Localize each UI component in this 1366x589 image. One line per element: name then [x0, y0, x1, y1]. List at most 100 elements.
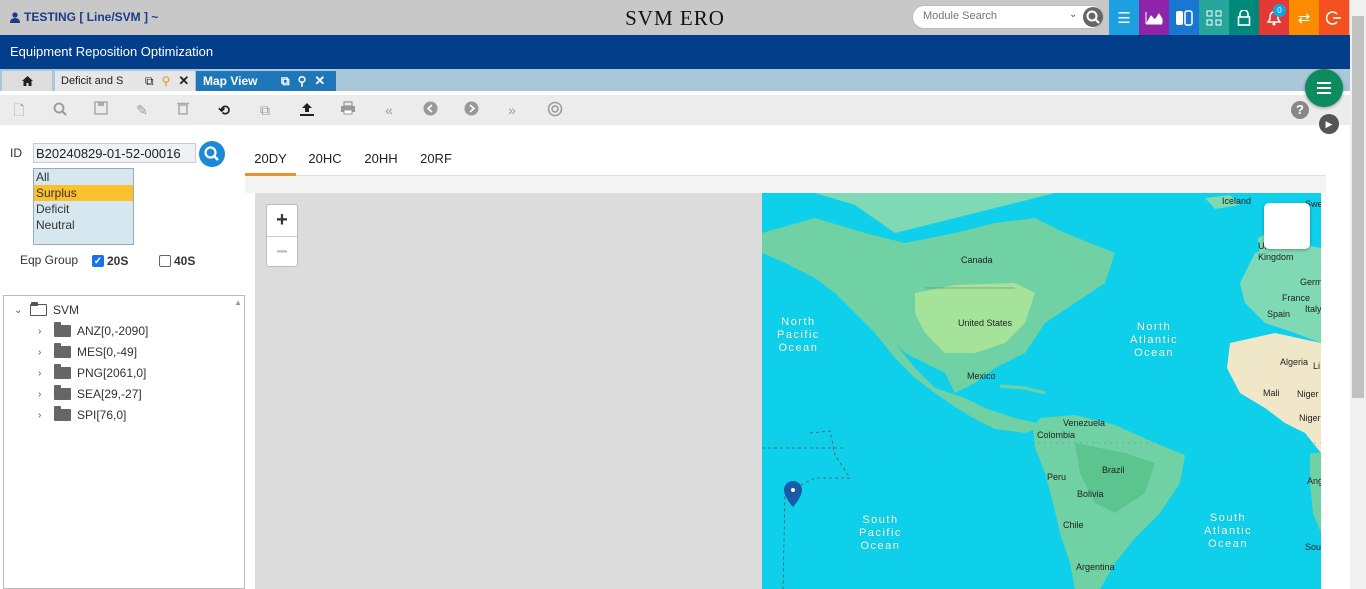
status-listbox[interactable]: All Surplus Deficit Neutral — [33, 168, 134, 245]
lock-icon — [1237, 9, 1251, 26]
map-landmass — [762, 193, 1321, 589]
pin-icon[interactable]: ⚲ — [162, 74, 171, 88]
folder-icon — [54, 343, 71, 358]
tree-node[interactable]: › ANZ[0,-2090] — [38, 322, 148, 338]
copy-icon[interactable]: ⧉ — [256, 101, 274, 119]
external-link-icon[interactable]: ⧉ — [281, 74, 290, 89]
zoom-out-button[interactable]: − — [267, 236, 297, 267]
chevron-right-icon[interactable]: › — [38, 326, 48, 337]
chart-button[interactable] — [1139, 0, 1169, 35]
status-option-surplus[interactable]: Surplus — [34, 185, 133, 201]
eqp-group-label: Eqp Group — [20, 253, 79, 267]
close-icon[interactable]: ✕ — [314, 73, 325, 89]
edit-icon[interactable]: ✎ — [133, 101, 151, 119]
tab-20rf[interactable]: 20RF — [413, 145, 459, 176]
ocean-label: North Pacific Ocean — [777, 316, 820, 354]
tree-node[interactable]: › SPI[76,0] — [38, 406, 126, 422]
chevron-right-icon[interactable]: › — [38, 347, 48, 358]
floating-menu-button[interactable] — [1305, 69, 1343, 107]
first-page-icon[interactable]: « — [380, 101, 398, 119]
hamburger-icon — [1317, 82, 1331, 94]
checkbox-checked-icon[interactable]: ✓ — [92, 255, 104, 267]
upload-icon[interactable] — [298, 101, 316, 119]
print-icon[interactable] — [339, 101, 357, 119]
save-icon[interactable] — [92, 101, 110, 119]
last-page-icon[interactable]: » — [503, 101, 521, 119]
scroll-up-icon[interactable]: ▲ — [234, 298, 242, 307]
lifebuoy-icon[interactable] — [546, 101, 564, 119]
map-view[interactable]: Iceland Swe United Kingdom Germany Franc… — [255, 193, 1321, 589]
chevron-right-icon[interactable]: › — [38, 389, 48, 400]
grid-button[interactable] — [1199, 0, 1229, 35]
map-label: Bolivia — [1077, 489, 1104, 499]
tab-label: Map View — [203, 74, 258, 88]
folder-icon — [54, 322, 71, 337]
tab-20hh[interactable]: 20HH — [356, 145, 406, 176]
map-label: Nigeria — [1299, 413, 1321, 423]
close-icon[interactable]: ✕ — [178, 73, 189, 89]
tab-deficit-and-surplus[interactable]: Deficit and S ⧉ ⚲ ✕ — [55, 71, 195, 91]
menu-button[interactable]: ☰ — [1109, 0, 1139, 35]
checkbox-unchecked-icon[interactable] — [159, 255, 171, 267]
id-input[interactable] — [33, 143, 196, 163]
map-label: Spain — [1267, 309, 1291, 319]
menu-icon: ☰ — [1117, 9, 1131, 27]
tree-node[interactable]: › SEA[29,-27] — [38, 385, 142, 401]
tree-node-svm[interactable]: ⌄ SVM — [14, 302, 79, 317]
chevron-down-icon[interactable]: ⌄ — [14, 305, 24, 316]
play-icon[interactable]: ▶ — [1319, 114, 1339, 134]
refresh-icon[interactable]: ⟲ — [215, 101, 233, 119]
map-label: Mexico — [967, 371, 996, 381]
eqp-40s-label: 40S — [174, 254, 196, 268]
tab-20dy[interactable]: 20DY — [245, 145, 296, 176]
tree-node[interactable]: › PNG[2061,0] — [38, 364, 146, 380]
tab-home[interactable] — [2, 71, 52, 91]
page-scrollbar[interactable] — [1350, 0, 1366, 589]
tab-label: Deficit and S — [61, 75, 124, 87]
id-label: ID — [10, 146, 22, 160]
map-label: Canada — [961, 255, 993, 265]
search-button[interactable] — [1083, 7, 1103, 27]
tab-map-view[interactable]: Map View ⧉ ⚲ ✕ — [196, 71, 336, 91]
user-label: TESTING [ Line/SVM ] ~ — [24, 10, 159, 24]
map-marker[interactable] — [784, 481, 802, 510]
notification-badge: 0 — [1273, 4, 1286, 17]
pin-icon[interactable]: ⚲ — [298, 74, 307, 88]
lock-button[interactable] — [1229, 0, 1259, 35]
status-option-neutral[interactable]: Neutral — [34, 217, 133, 233]
map-layer-button[interactable] — [1264, 203, 1310, 249]
next-icon[interactable] — [462, 101, 480, 119]
external-link-icon[interactable]: ⧉ — [145, 74, 154, 89]
module-search-input[interactable] — [923, 10, 1063, 22]
eqp-40s-checkbox[interactable]: 40S — [159, 254, 195, 268]
eqp-20s-checkbox[interactable]: ✓ 20S — [92, 254, 128, 268]
new-document-icon[interactable]: 🗋 — [10, 101, 28, 119]
switch-button[interactable] — [1169, 0, 1199, 35]
home-icon — [21, 76, 33, 86]
status-option-deficit[interactable]: Deficit — [34, 201, 133, 217]
module-search[interactable]: ⌄ — [912, 5, 1104, 29]
logout-button[interactable] — [1319, 0, 1349, 35]
ocean-label: North Atlantic Ocean — [1130, 321, 1179, 359]
status-option-all[interactable]: All — [34, 169, 133, 185]
tree-node[interactable]: › MES[0,-49] — [38, 343, 137, 359]
map-label: Italy — [1305, 304, 1321, 314]
chevron-right-icon[interactable]: › — [38, 368, 48, 379]
zoom-in-button[interactable]: + — [267, 205, 297, 236]
tree-node-label: SEA[29,-27] — [77, 387, 142, 401]
search-icon[interactable] — [51, 101, 69, 119]
map-label: Chile — [1063, 520, 1084, 530]
previous-icon[interactable] — [421, 101, 439, 119]
top-bar: TESTING [ Line/SVM ] ~ SVM ERO ⌄ ☰ 0 ⇄ — [0, 0, 1350, 35]
swap-button[interactable]: ⇄ — [1289, 0, 1319, 35]
map-label: Argentina — [1076, 562, 1115, 572]
id-search-button[interactable] — [199, 141, 225, 167]
container-type-tabs: 20DY 20HC 20HH 20RF — [245, 145, 1326, 176]
chevron-right-icon[interactable]: › — [38, 410, 48, 421]
tab-20hc[interactable]: 20HC — [301, 145, 349, 176]
chevron-down-icon[interactable]: ⌄ — [1069, 9, 1077, 20]
delete-icon[interactable] — [174, 101, 192, 119]
user-menu[interactable]: TESTING [ Line/SVM ] ~ — [10, 10, 158, 24]
scrollbar-thumb[interactable] — [1352, 16, 1364, 398]
map-label: Germany — [1300, 277, 1321, 287]
